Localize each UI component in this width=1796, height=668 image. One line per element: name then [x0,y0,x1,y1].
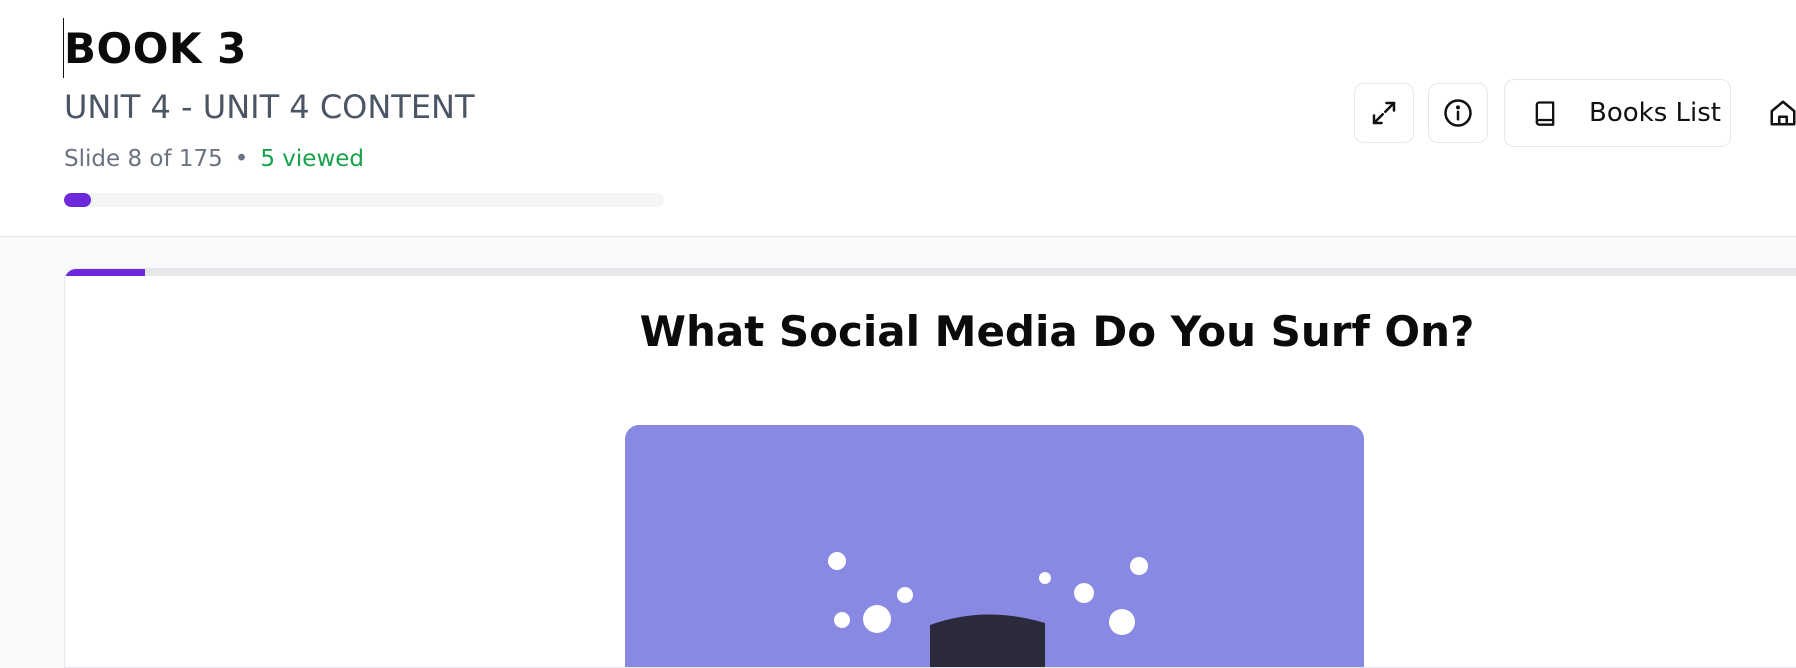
slide-progress-fill [65,269,146,276]
slide-meta: Slide 8 of 175 • 5 viewed [64,146,364,172]
fullscreen-button[interactable] [1354,83,1414,143]
slide-position: Slide 8 of 175 [64,146,223,172]
meta-separator: • [234,146,249,172]
slide-card: What Social Media Do You Surf On? [64,268,1796,668]
slide-heading: What Social Media Do You Surf On? [639,307,1475,356]
home-icon [1770,100,1796,126]
unit-title: UNIT 4 - UNIT 4 CONTENT [64,88,475,126]
home-button[interactable] [1760,83,1796,143]
expand-icon [1372,101,1396,125]
book-progress-fill [64,193,92,207]
slide-progress-bar [65,269,1796,276]
books-list-button[interactable]: Books List [1504,79,1731,147]
info-icon [1444,99,1472,127]
book-progress-bar [64,193,664,207]
slide-image [625,425,1364,667]
bubbles-illustration [828,552,1148,667]
info-button[interactable] [1428,83,1488,143]
header: BOOK 3 UNIT 4 - UNIT 4 CONTENT Slide 8 o… [0,0,1796,237]
viewed-count: 5 viewed [260,146,365,172]
book-icon [1535,101,1555,126]
books-list-label: Books List [1589,98,1721,128]
book-title: BOOK 3 [64,24,247,73]
